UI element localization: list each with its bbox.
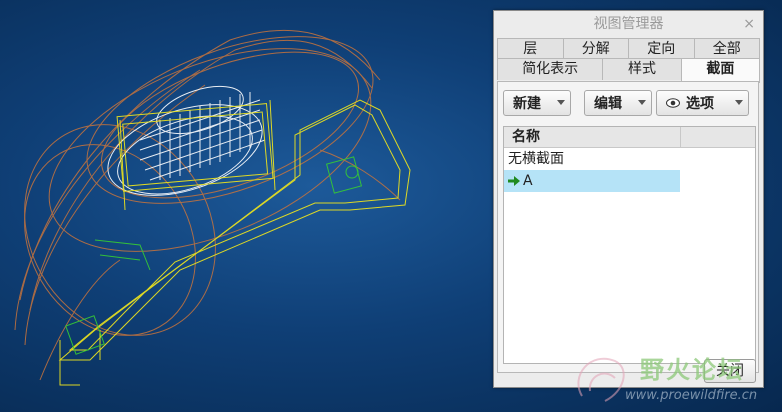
tab-simplified-rep[interactable]: 简化表示 bbox=[497, 58, 604, 80]
tab-layers[interactable]: 层 bbox=[497, 38, 564, 60]
view-manager-dialog: 视图管理器 × 层 分解 定向 全部 简化表示 样式 截面 新建 编辑 选项 名… bbox=[493, 10, 764, 388]
tab-orient[interactable]: 定向 bbox=[628, 38, 695, 60]
list-header[interactable]: 名称 bbox=[504, 127, 755, 148]
sections-panel: 新建 编辑 选项 名称 无横截面 A bbox=[497, 81, 759, 373]
dialog-titlebar[interactable]: 视图管理器 × bbox=[494, 11, 763, 37]
column-divider[interactable] bbox=[680, 127, 681, 147]
name-column-header: 名称 bbox=[512, 129, 540, 145]
active-arrow-icon bbox=[508, 176, 520, 186]
tab-row-2: 简化表示 样式 截面 bbox=[497, 58, 760, 83]
watermark-url: www.proewildfire.cn bbox=[625, 388, 758, 403]
list-item-no-section[interactable]: 无横截面 bbox=[504, 148, 755, 170]
list-item-label: 无横截面 bbox=[508, 151, 564, 167]
edit-dropdown-button[interactable]: 编辑 bbox=[584, 90, 652, 116]
watermark-title: 野火论坛 bbox=[640, 356, 744, 384]
gearbox-wireframe-model[interactable] bbox=[0, 0, 490, 412]
new-button-label: 新建 bbox=[513, 96, 541, 112]
chevron-down-icon bbox=[557, 100, 565, 105]
tab-style[interactable]: 样式 bbox=[602, 58, 682, 80]
options-dropdown-button[interactable]: 选项 bbox=[656, 90, 749, 116]
tab-row-1: 层 分解 定向 全部 bbox=[497, 38, 760, 60]
list-item-label: A bbox=[523, 173, 533, 189]
section-list[interactable]: 名称 无横截面 A bbox=[503, 126, 756, 364]
tab-sections[interactable]: 截面 bbox=[680, 58, 760, 83]
options-button-label: 选项 bbox=[686, 96, 714, 112]
new-dropdown-button[interactable]: 新建 bbox=[503, 90, 571, 116]
eye-icon bbox=[666, 98, 680, 108]
close-icon[interactable]: × bbox=[743, 11, 755, 37]
chevron-down-icon bbox=[638, 100, 646, 105]
chevron-down-icon bbox=[735, 100, 743, 105]
tab-explode[interactable]: 分解 bbox=[562, 38, 629, 60]
tab-all[interactable]: 全部 bbox=[693, 38, 760, 60]
list-item-section-a[interactable]: A bbox=[504, 170, 680, 192]
edit-button-label: 编辑 bbox=[594, 96, 622, 112]
dialog-title: 视图管理器 bbox=[593, 16, 664, 32]
